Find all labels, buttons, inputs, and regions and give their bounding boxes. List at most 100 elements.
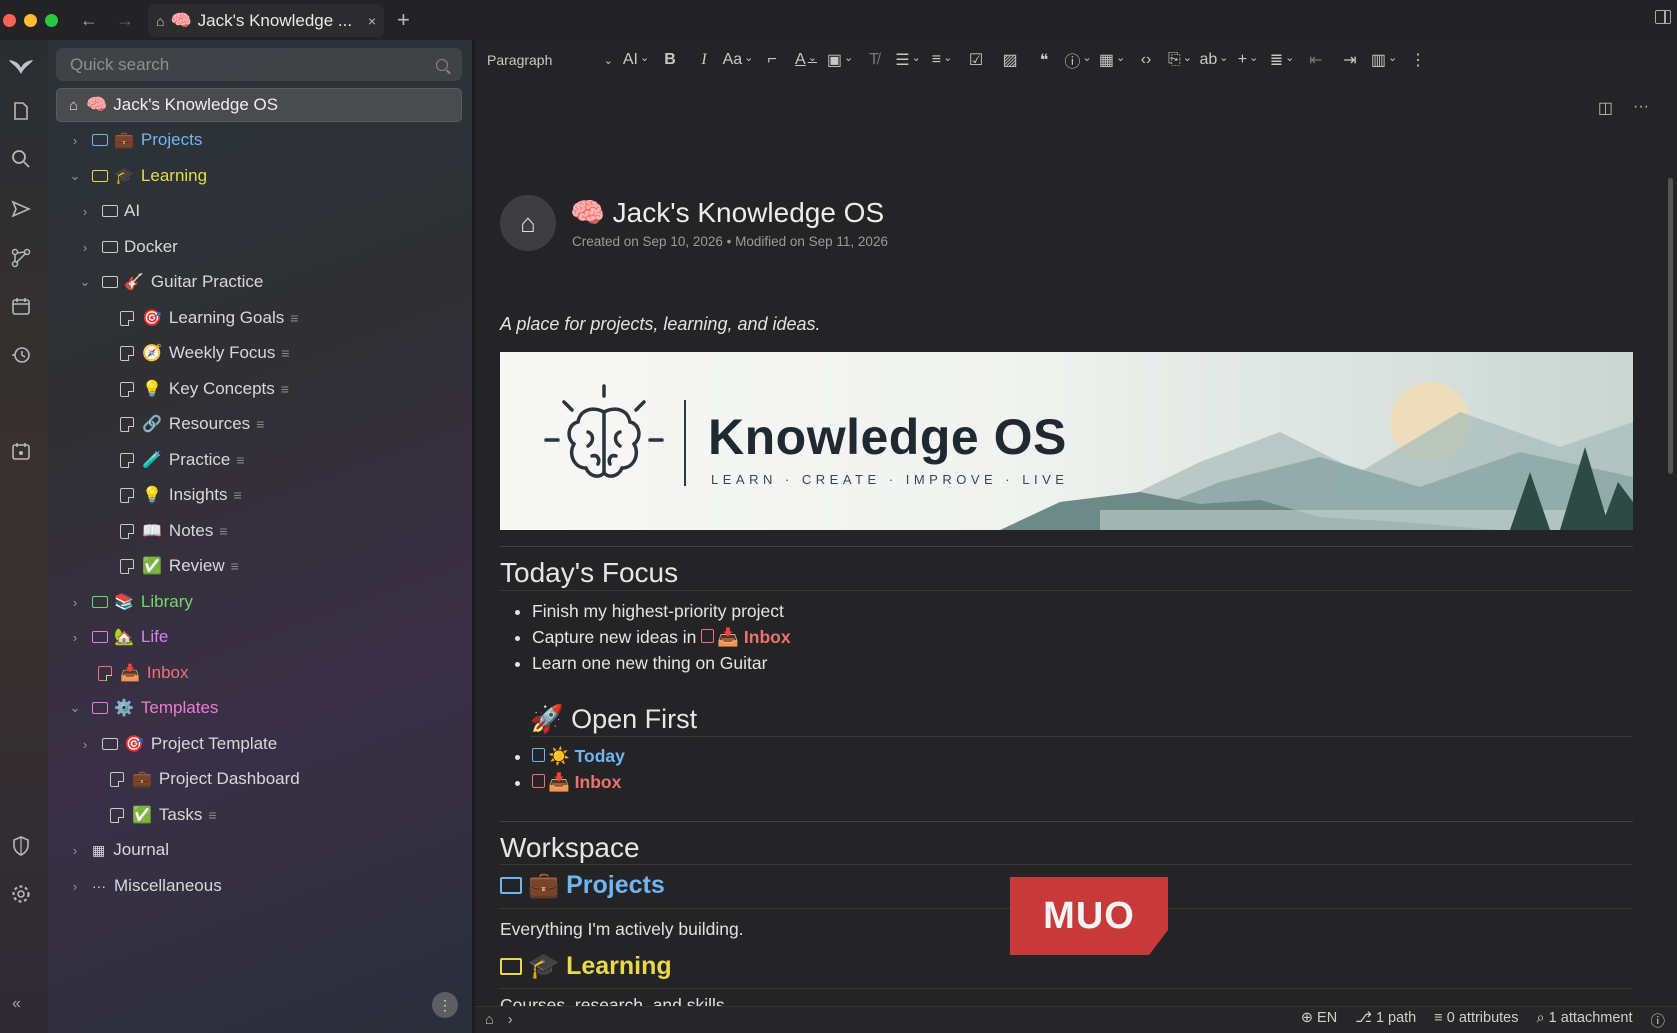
tree-item-project-dashboard[interactable]: 💼 Project Dashboard [110, 762, 300, 796]
attachments-status[interactable]: ⌕ 1 attachment [1537, 1010, 1633, 1031]
code-icon[interactable]: ‹› [1129, 46, 1163, 74]
tree-item-projects[interactable]: › 💼 Projects [68, 123, 203, 157]
tree-root-item[interactable]: ⌂ 🧠 Jack's Knowledge OS [56, 88, 462, 122]
note-title[interactable]: 🧠 Jack's Knowledge OS [570, 196, 884, 229]
calendar-star-icon[interactable] [10, 440, 32, 462]
calendar-icon[interactable] [10, 295, 32, 317]
new-tab-button[interactable]: + [397, 7, 410, 33]
tree-item-weekly-focus[interactable]: 🧭 Weekly Focus ≡ [120, 336, 290, 370]
app-logo-icon[interactable] [7, 52, 35, 80]
spellcheck-icon[interactable]: ab [1197, 46, 1231, 74]
numbered-list-icon[interactable]: ≡ [925, 46, 959, 74]
tree-item-insights[interactable]: 💡 Insights ≡ [120, 478, 242, 512]
zoom-window-button[interactable] [45, 13, 58, 27]
minimize-window-button[interactable] [24, 13, 37, 27]
graph-icon[interactable] [10, 247, 32, 269]
todo-list-icon[interactable]: ☑ [959, 46, 993, 74]
tree-item-miscellaneous[interactable]: › ··· Miscellaneous [68, 869, 222, 903]
attributes-status[interactable]: ≡ 0 attributes [1434, 1010, 1518, 1031]
insert-image-icon[interactable]: ▨ [993, 46, 1027, 74]
highlight-color-icon[interactable]: ▣ [823, 46, 857, 74]
quick-search-input[interactable]: Quick search [56, 48, 462, 81]
bullet-list-icon[interactable]: ☰ [891, 46, 925, 74]
bold-icon[interactable]: B [653, 46, 687, 74]
send-icon[interactable] [10, 198, 32, 220]
chevron-down-icon[interactable]: ⌄ [68, 700, 82, 716]
search-icon[interactable] [10, 148, 32, 170]
code-block-icon[interactable]: ⎘ [1163, 46, 1197, 74]
history-icon[interactable] [10, 344, 32, 366]
chevron-right-icon[interactable]: › [68, 595, 82, 610]
chevron-right-icon[interactable]: › [68, 133, 82, 148]
insert-icon[interactable]: + [1231, 46, 1265, 74]
note-icon [120, 452, 134, 468]
chevron-right-icon[interactable]: › [68, 879, 82, 894]
format-painter-icon[interactable]: ⌐ [755, 46, 789, 74]
tree-item-notes[interactable]: 📖 Notes ≡ [120, 514, 228, 548]
editor-scrollbar[interactable] [1668, 178, 1673, 474]
tree-item-inbox[interactable]: 📥 Inbox [98, 656, 189, 690]
tree-item-ai[interactable]: › AI [78, 194, 140, 228]
tree-item-key-concepts[interactable]: 💡 Key Concepts ≡ [120, 372, 289, 406]
banner-subtitle: LEARN · CREATE · IMPROVE · LIVE [711, 472, 1069, 487]
info-icon[interactable]: ⓘ [1651, 1010, 1666, 1031]
more-toolbar-icon[interactable]: ⋮ [1401, 46, 1435, 74]
chevron-right-icon[interactable]: › [78, 737, 92, 752]
align-icon[interactable]: ≣ [1265, 46, 1299, 74]
split-view-icon[interactable]: ◫ [1598, 98, 1613, 118]
block-type-select[interactable]: Paragraph ⌄ [487, 52, 619, 68]
close-tab-icon[interactable]: × [368, 13, 376, 29]
forward-arrow-icon[interactable]: → [116, 10, 134, 31]
paths-status[interactable]: ⎇ 1 path [1355, 1010, 1416, 1031]
new-note-icon[interactable] [10, 100, 32, 122]
chevron-down-icon[interactable]: ⌄ [68, 168, 82, 184]
more-actions-icon[interactable]: ··· [1633, 98, 1649, 118]
clear-format-icon[interactable]: T̸ [857, 46, 891, 74]
tree-item-learning-goals[interactable]: 🎯 Learning Goals ≡ [120, 301, 298, 335]
today-link[interactable]: ☀️ Today [548, 746, 625, 766]
chevron-right-icon[interactable]: › [68, 843, 82, 858]
chevron-right-icon[interactable]: › [508, 1012, 513, 1028]
inbox-link[interactable]: 📥 Inbox [717, 627, 790, 647]
blockquote-icon[interactable]: ❝ [1027, 46, 1061, 74]
admonition-icon[interactable]: ⓘ [1061, 46, 1095, 74]
tree-item-docker[interactable]: › Docker [78, 230, 178, 264]
tree-item-templates[interactable]: ⌄ ⚙️ Templates [68, 691, 219, 725]
back-arrow-icon[interactable]: ← [80, 10, 98, 31]
settings-icon[interactable] [10, 883, 32, 905]
tree-item-journal[interactable]: › ▦ Journal [68, 833, 169, 867]
layout-icon[interactable]: ▥ [1367, 46, 1401, 74]
inbox-link[interactable]: 📥 Inbox [548, 772, 621, 792]
tree-menu-button[interactable]: ⋮ [432, 992, 458, 1018]
tree-item-project-template[interactable]: › 🎯 Project Template [78, 727, 277, 761]
home-icon[interactable]: ⌂ [485, 1012, 494, 1028]
tree-item-learning[interactable]: ⌄ 🎓 Learning [68, 159, 208, 193]
close-window-button[interactable] [3, 13, 16, 27]
right-panel-toggle-icon[interactable] [1655, 10, 1671, 24]
tree-item-library[interactable]: › 📚 Library [68, 585, 193, 619]
language-status[interactable]: ⊕ EN [1301, 1010, 1337, 1031]
tree-item-tasks[interactable]: ✅ Tasks ≡ [110, 798, 217, 832]
table-icon[interactable]: ▦ [1095, 46, 1129, 74]
text-case-icon[interactable]: Aa [721, 46, 755, 74]
tree-item-life[interactable]: › 🏡 Life [68, 620, 169, 654]
chevron-right-icon[interactable]: › [78, 240, 92, 255]
tree-item-label: Learning [140, 166, 208, 185]
projects-link[interactable]: 💼 Projects [500, 871, 665, 900]
shield-icon[interactable] [10, 835, 32, 857]
collapse-sidebar-icon[interactable]: « [12, 995, 21, 1013]
tree-item-resources[interactable]: 🔗 Resources ≡ [120, 407, 264, 441]
outdent-icon[interactable]: ⇤ [1299, 46, 1333, 74]
italic-icon[interactable]: I [687, 46, 721, 74]
tree-item-guitar-practice[interactable]: ⌄ 🎸 Guitar Practice [78, 265, 264, 299]
chevron-right-icon[interactable]: › [78, 204, 92, 219]
chevron-right-icon[interactable]: › [68, 630, 82, 645]
font-color-icon[interactable]: A [789, 46, 823, 74]
font-size-icon[interactable]: AI [619, 46, 653, 74]
tree-item-practice[interactable]: 🧪 Practice ≡ [120, 443, 245, 477]
chevron-down-icon[interactable]: ⌄ [78, 274, 92, 290]
learning-link[interactable]: 🎓 Learning [500, 952, 672, 981]
tab-active[interactable]: ⌂ 🧠 Jack's Knowledge ... × [148, 4, 384, 37]
indent-icon[interactable]: ⇥ [1333, 46, 1367, 74]
tree-item-review[interactable]: ✅ Review ≡ [120, 549, 239, 583]
